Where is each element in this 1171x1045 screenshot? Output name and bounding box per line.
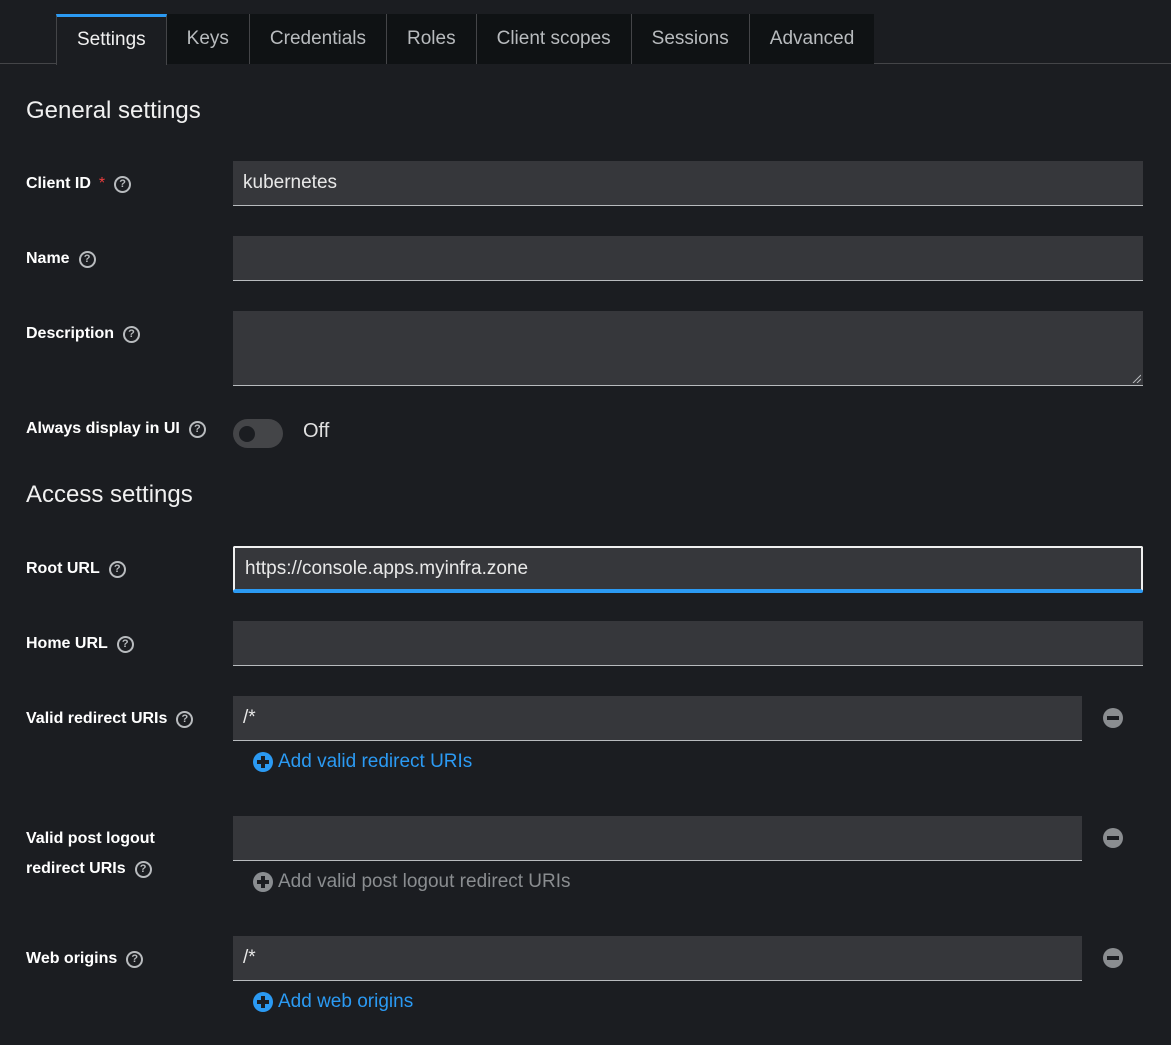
post-logout-input[interactable] (233, 816, 1082, 861)
help-icon[interactable]: ? (176, 710, 194, 728)
tab-bar: Settings Keys Credentials Roles Client s… (0, 14, 1171, 65)
post-logout-label-line1: Valid post logout (26, 830, 155, 847)
help-icon[interactable]: ? (116, 635, 134, 653)
valid-redirect-label-text: Valid redirect URIs (26, 710, 168, 727)
post-logout-label-line2: redirect URIs (26, 860, 126, 877)
description-label: Description ? (26, 319, 141, 349)
plus-circle-icon (253, 872, 273, 892)
name-label: Name ? (26, 244, 96, 274)
client-id-input[interactable] (233, 161, 1143, 206)
web-origins-label: Web origins ? (26, 944, 144, 974)
root-url-input[interactable] (233, 546, 1143, 591)
add-post-logout-link[interactable]: Add valid post logout redirect URIs (253, 871, 571, 893)
name-input[interactable] (233, 236, 1143, 281)
description-textarea[interactable] (233, 311, 1143, 386)
tab-advanced[interactable]: Advanced (749, 14, 875, 64)
valid-redirect-label: Valid redirect URIs ? (26, 704, 194, 734)
always-display-state: Off (303, 420, 330, 442)
help-icon[interactable]: ? (188, 420, 206, 438)
tab-credentials[interactable]: Credentials (249, 14, 388, 64)
help-icon[interactable]: ? (114, 175, 132, 193)
required-mark: * (98, 175, 106, 192)
add-web-origins-link[interactable]: Add web origins (253, 991, 413, 1013)
home-url-input[interactable] (233, 621, 1143, 666)
root-url-label-text: Root URL (26, 560, 100, 577)
help-icon[interactable]: ? (126, 950, 144, 968)
help-icon[interactable]: ? (123, 325, 141, 343)
add-redirect-label: Add valid redirect URIs (278, 751, 473, 772)
tab-keys[interactable]: Keys (166, 14, 250, 64)
add-post-logout-label: Add valid post logout redirect URIs (278, 871, 571, 892)
client-id-label: Client ID * ? (26, 169, 132, 199)
toggle-knob (239, 426, 255, 442)
remove-web-origin-icon[interactable] (1103, 948, 1123, 968)
always-display-label-text: Always display in UI (26, 420, 180, 437)
web-origins-input[interactable] (233, 936, 1082, 981)
tab-sessions[interactable]: Sessions (631, 14, 750, 64)
plus-circle-icon (253, 992, 273, 1012)
always-display-toggle[interactable] (233, 419, 283, 448)
name-label-text: Name (26, 250, 70, 267)
tab-settings[interactable]: Settings (56, 14, 167, 65)
help-icon[interactable]: ? (134, 860, 152, 878)
tabs: Settings Keys Credentials Roles Client s… (56, 14, 875, 65)
help-icon[interactable]: ? (78, 250, 96, 268)
tab-roles[interactable]: Roles (387, 14, 477, 64)
post-logout-label-line2-wrap: redirect URIs ? (26, 854, 152, 884)
general-settings-title: General settings (26, 97, 201, 124)
client-id-label-text: Client ID (26, 175, 91, 192)
root-url-label: Root URL ? (26, 554, 126, 584)
always-display-label: Always display in UI ? (26, 414, 206, 444)
plus-circle-icon (253, 752, 273, 772)
description-label-text: Description (26, 325, 115, 342)
remove-redirect-icon[interactable] (1103, 708, 1123, 728)
post-logout-label: Valid post logout redirect URIs ? (26, 824, 155, 884)
resize-grip-icon[interactable] (1131, 373, 1141, 383)
valid-redirect-input[interactable] (233, 696, 1082, 741)
access-settings-title: Access settings (26, 481, 193, 508)
web-origins-label-text: Web origins (26, 950, 118, 967)
home-url-label-text: Home URL (26, 635, 108, 652)
home-url-label: Home URL ? (26, 629, 134, 659)
remove-post-logout-icon[interactable] (1103, 828, 1123, 848)
tab-client-scopes[interactable]: Client scopes (476, 14, 632, 64)
help-icon[interactable]: ? (108, 560, 126, 578)
add-web-origins-label: Add web origins (278, 991, 414, 1012)
add-redirect-link[interactable]: Add valid redirect URIs (253, 751, 472, 773)
